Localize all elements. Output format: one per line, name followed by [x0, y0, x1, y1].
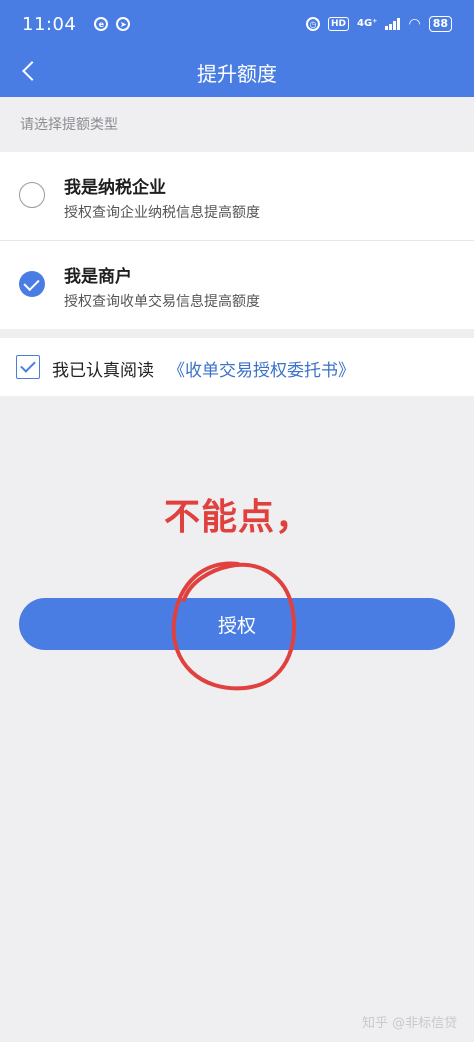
status-time: 11:04 — [22, 13, 77, 35]
option-title: 我是商户 — [64, 267, 132, 287]
radio-checked-icon[interactable] — [19, 271, 45, 297]
compass-icon: ➤ — [116, 17, 131, 31]
agreement-checkbox[interactable] — [16, 355, 40, 379]
agreement-text: 我已认真阅读 — [52, 361, 154, 381]
signal-icon — [385, 18, 401, 30]
handwritten-annotation: 不能点， — [164, 497, 313, 538]
authorize-button[interactable]: 授权 — [19, 598, 455, 650]
page-title: 提升额度 — [197, 62, 277, 86]
status-right: ◷ HD 4G⁺ ◠ 88 — [306, 16, 452, 32]
option-merchant[interactable]: 我是商户 授权查询收单交易信息提高额度 — [0, 241, 474, 329]
top-bar: 11:04 e ➤ ◷ HD 4G⁺ ◠ 88 提升额度 — [0, 0, 474, 97]
notification-icon: e — [94, 17, 109, 31]
agreement-link[interactable]: 《收单交易授权委托书》 — [168, 356, 355, 381]
option-desc: 授权查询收单交易信息提高额度 — [64, 294, 260, 310]
alarm-icon: ◷ — [306, 17, 320, 31]
nav-bar: 提升额度 — [0, 48, 474, 97]
hd-badge: HD — [328, 17, 350, 31]
option-title: 我是纳税企业 — [64, 178, 166, 198]
option-tax-enterprise[interactable]: 我是纳税企业 授权查询企业纳税信息提高额度 — [0, 152, 474, 240]
network-type: 4G⁺ — [357, 18, 378, 29]
agreement-row: 我已认真阅读 《收单交易授权委托书》 — [0, 338, 474, 396]
radio-unchecked-icon[interactable] — [19, 182, 45, 208]
status-bar: 11:04 e ➤ ◷ HD 4G⁺ ◠ 88 — [0, 0, 474, 48]
section-hint: 请选择提额类型 — [20, 117, 118, 133]
watermark: 知乎 @非标信贷 — [362, 1016, 458, 1031]
option-desc: 授权查询企业纳税信息提高额度 — [64, 205, 260, 221]
battery-level: 88 — [428, 16, 452, 32]
wifi-icon: ◠ — [408, 16, 421, 32]
